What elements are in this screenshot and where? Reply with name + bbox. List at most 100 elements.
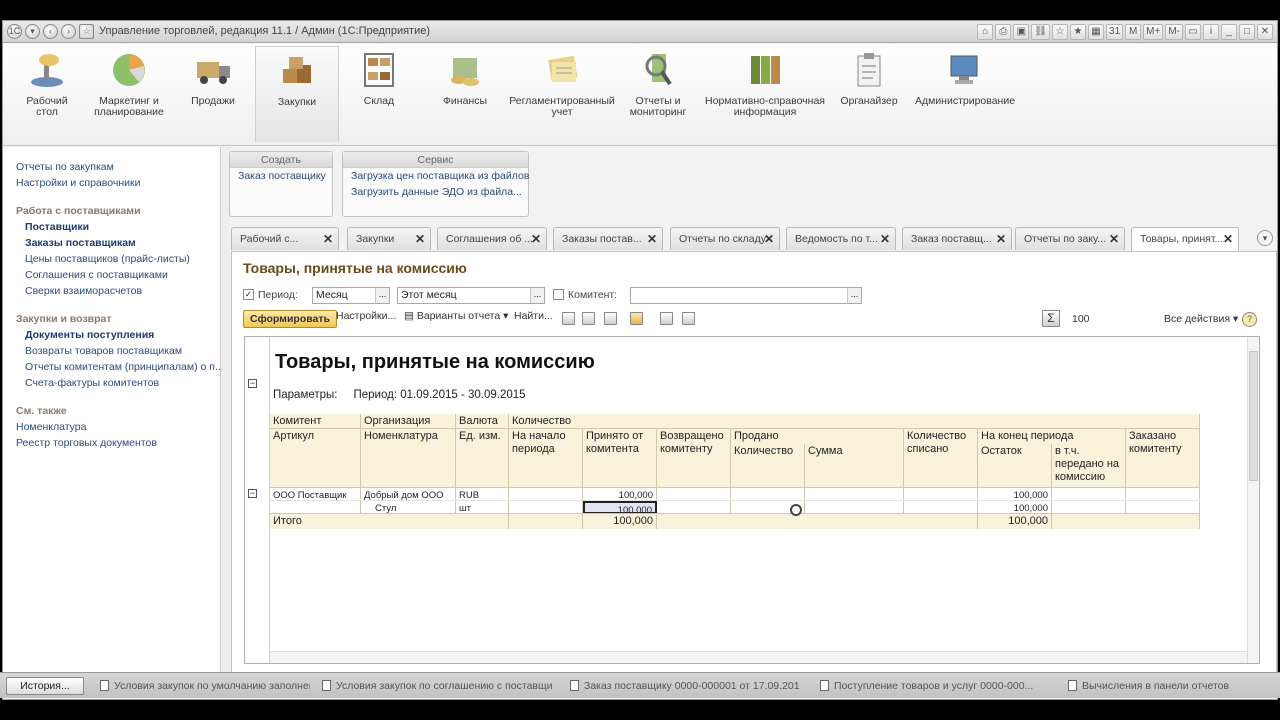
- section-purchases[interactable]: Закупки: [255, 46, 339, 142]
- section-finance[interactable]: Финансы: [435, 50, 495, 107]
- select-ellipsis-icon[interactable]: ...: [530, 288, 544, 303]
- nav-supplier-prices[interactable]: Цены поставщиков (прайс-листы): [25, 253, 190, 265]
- zoom-icon[interactable]: ▭: [1185, 24, 1201, 40]
- nav-settings[interactable]: Настройки и справочники: [16, 177, 140, 189]
- close-icon[interactable]: ✕: [647, 228, 657, 250]
- generate-button[interactable]: Сформировать: [243, 310, 337, 328]
- scroll-thumb[interactable]: [1249, 351, 1258, 481]
- print-icon[interactable]: [562, 312, 575, 325]
- period-variant-field[interactable]: Этот месяц...: [397, 287, 545, 304]
- find-button[interactable]: Найти...: [514, 310, 553, 322]
- expand-groups-icon[interactable]: [660, 312, 673, 325]
- save-icon[interactable]: ▣: [1013, 24, 1030, 40]
- app-logo-icon[interactable]: 1С: [7, 24, 22, 39]
- save-icon[interactable]: [604, 312, 617, 325]
- history-button[interactable]: История...: [6, 677, 84, 695]
- consignor-checkbox[interactable]: [553, 289, 564, 300]
- settings-button[interactable]: Настройки...: [336, 310, 396, 322]
- nav-returns[interactable]: Возвраты товаров поставщикам: [25, 345, 182, 357]
- close-icon[interactable]: ✕: [764, 228, 774, 250]
- tab-consigned-goods[interactable]: Товары, принят... ✕: [1131, 227, 1239, 252]
- mail-icon[interactable]: [630, 312, 643, 325]
- nav-consignor-reports[interactable]: Отчеты комитентам (принципалам) о п...: [25, 361, 224, 373]
- section-administration[interactable]: Администрирование: [913, 50, 1017, 107]
- task-item-1[interactable]: Условия закупок по умолчанию заполнены: [100, 678, 310, 694]
- nav-purchase-reports[interactable]: Отчеты по закупкам: [16, 161, 114, 173]
- maximize-icon[interactable]: □: [1239, 24, 1255, 40]
- memory-minus-button[interactable]: M-: [1165, 24, 1183, 40]
- favorites-star-icon[interactable]: ☆: [79, 24, 94, 39]
- calculator-icon[interactable]: ▦: [1088, 24, 1105, 40]
- collapse-icon[interactable]: −: [248, 379, 257, 388]
- back-icon[interactable]: ‹: [43, 24, 58, 39]
- section-reports[interactable]: Отчеты и мониторинг: [627, 50, 689, 118]
- menu-icon[interactable]: ▾: [25, 24, 40, 39]
- panel-splitter[interactable]: [222, 147, 230, 693]
- load-edi-data-link[interactable]: Загрузить данные ЭДО из файла...: [343, 184, 528, 200]
- section-organizer[interactable]: Органайзер: [837, 50, 901, 107]
- tab-supplier-order[interactable]: Заказ поставщ... ✕: [902, 227, 1012, 250]
- tab-supplier-orders[interactable]: Заказы постав... ✕: [553, 227, 663, 250]
- close-icon[interactable]: ✕: [531, 228, 541, 250]
- select-ellipsis-icon[interactable]: ...: [847, 288, 861, 303]
- tab-warehouse-reports[interactable]: Отчеты по складу ✕: [670, 227, 780, 250]
- section-sales[interactable]: Продажи: [185, 50, 241, 107]
- close-icon[interactable]: ✕: [1223, 228, 1233, 250]
- nav-supplier-agreements[interactable]: Соглашения с поставщиками: [25, 269, 168, 281]
- close-icon[interactable]: ✕: [323, 228, 333, 250]
- tab-desktop[interactable]: Рабочий с... ✕: [231, 227, 339, 250]
- tabs-list-icon[interactable]: ▾: [1257, 230, 1273, 246]
- nav-consignor-invoices[interactable]: Счета-фактуры комитентов: [25, 377, 159, 389]
- close-icon[interactable]: ✕: [996, 228, 1006, 250]
- memory-plus-button[interactable]: M+: [1143, 24, 1164, 40]
- consignor-field[interactable]: ...: [630, 287, 862, 304]
- home-icon[interactable]: ⌂: [977, 24, 994, 40]
- task-item-3[interactable]: Заказ поставщику 0000-000001 от 17.09.20…: [570, 678, 800, 694]
- help-icon[interactable]: ?: [1242, 312, 1257, 327]
- sum-icon[interactable]: Σ: [1042, 310, 1060, 327]
- nav-suppliers[interactable]: Поставщики: [25, 221, 89, 233]
- print-icon[interactable]: ⎙: [995, 24, 1012, 40]
- select-ellipsis-icon[interactable]: ...: [375, 288, 389, 303]
- tab-agreements[interactable]: Соглашения об ... ✕: [437, 227, 547, 250]
- section-marketing[interactable]: Маркетинг и планирование: [91, 50, 167, 118]
- section-reference-info[interactable]: Нормативно-справочная информация: [705, 50, 825, 118]
- tab-purchase-reports[interactable]: Отчеты по заку... ✕: [1015, 227, 1125, 250]
- close-icon[interactable]: ✕: [1257, 24, 1273, 40]
- bookmark-icon[interactable]: ★: [1070, 24, 1087, 40]
- nav-reconciliations[interactable]: Сверки взаиморасчетов: [25, 285, 142, 297]
- load-supplier-prices-link[interactable]: Загрузка цен поставщика из файлов: [343, 168, 529, 184]
- memory-button[interactable]: M: [1125, 24, 1142, 40]
- info-icon[interactable]: i: [1203, 24, 1219, 40]
- tab-goods-statement[interactable]: Ведомость по т... ✕: [786, 227, 896, 250]
- close-icon[interactable]: ✕: [1109, 228, 1119, 250]
- period-kind-field[interactable]: Месяц...: [312, 287, 390, 304]
- nav-receipt-documents[interactable]: Документы поступления: [25, 329, 154, 341]
- section-warehouse[interactable]: Склад: [351, 50, 407, 107]
- nav-nomenclature[interactable]: Номенклатура: [16, 421, 86, 433]
- all-actions-menu[interactable]: Все действия ▾: [1164, 313, 1238, 325]
- section-regulated-accounting[interactable]: Регламентированный учет: [509, 50, 615, 118]
- nav-supplier-orders[interactable]: Заказы поставщикам: [25, 237, 136, 249]
- tab-purchases[interactable]: Закупки ✕: [347, 227, 431, 250]
- star-icon[interactable]: ☆: [1052, 24, 1069, 40]
- forward-icon[interactable]: ›: [61, 24, 76, 39]
- preview-icon[interactable]: [582, 312, 595, 325]
- section-desktop[interactable]: Рабочий стол: [19, 50, 75, 118]
- vertical-scrollbar[interactable]: [1247, 337, 1259, 663]
- report-variants-button[interactable]: ▤ Варианты отчета ▾: [404, 310, 508, 322]
- close-icon[interactable]: ✕: [415, 228, 425, 250]
- horizontal-scrollbar[interactable]: [270, 651, 1247, 663]
- task-item-5[interactable]: Вычисления в панели отчетов: [1068, 678, 1268, 694]
- task-item-2[interactable]: Условия закупок по соглашению с поставщи…: [322, 678, 552, 694]
- create-supplier-order-link[interactable]: Заказ поставщику: [230, 168, 332, 184]
- minimize-icon[interactable]: _: [1221, 24, 1237, 40]
- report-sheet[interactable]: − − Товары, принятые на комиссию Парамет…: [244, 336, 1260, 664]
- close-icon[interactable]: ✕: [880, 228, 890, 250]
- nav-trade-docs-registry[interactable]: Реестр торговых документов: [16, 437, 157, 449]
- period-checkbox[interactable]: ✓: [243, 289, 254, 300]
- task-item-4[interactable]: Поступление товаров и услуг 0000-000...: [820, 678, 1050, 694]
- collapse-groups-icon[interactable]: [682, 312, 695, 325]
- calendar-icon[interactable]: 31: [1106, 24, 1124, 40]
- link-icon[interactable]: ⛓: [1031, 24, 1051, 40]
